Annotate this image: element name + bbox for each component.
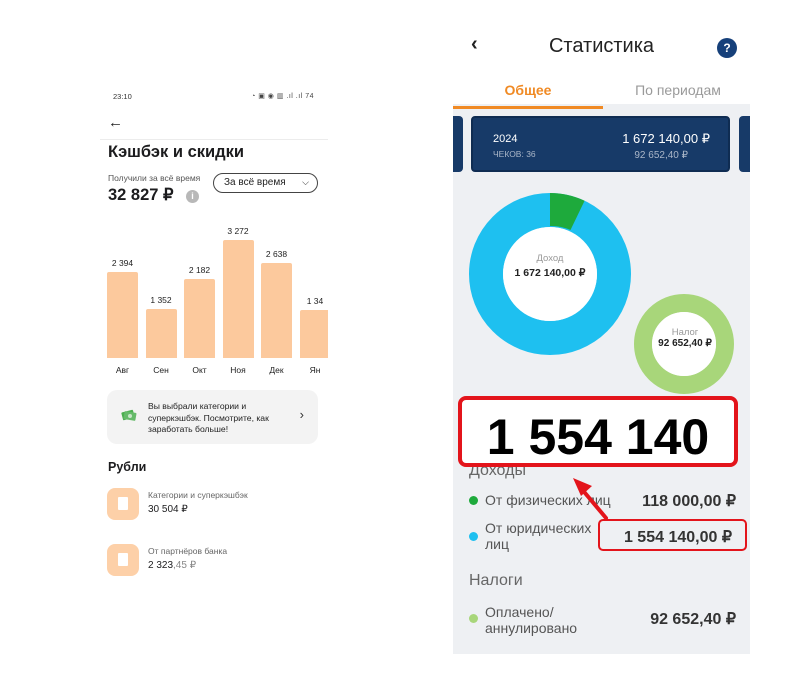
promo-banner[interactable]: Вы выбрали категории и суперкэшбэк. Посм…: [107, 390, 318, 444]
income-donut-label: Доход: [536, 253, 564, 264]
bar-value-label: 2 182: [188, 265, 211, 276]
income-row-value: 118 000,00 ₽: [642, 493, 736, 510]
bar-Дек[interactable]: [261, 262, 292, 358]
section-taxes: Налоги: [469, 572, 523, 589]
highlight-box-legal-income: [598, 519, 747, 551]
status-icons: ◔ ▣ ◉ ▥ .ıl .ıl 74: [251, 93, 314, 100]
legend-dot-individuals: [469, 496, 478, 505]
income-row-label: От физических лиц: [485, 492, 611, 508]
received-label: Получили за всё время: [108, 173, 201, 183]
tax-donut-label: Налог: [671, 327, 699, 338]
back-arrow-icon[interactable]: ←: [108, 114, 123, 131]
promo-text: Вы выбрали категории и суперкэшбэк. Посм…: [148, 401, 269, 434]
bar-value-label: 2 638: [265, 248, 288, 259]
list-item-label: Категории и суперкэшбэк: [148, 490, 248, 500]
tax-row-value: 92 652,40 ₽: [650, 611, 736, 628]
tax-donut-value: 92 652,40 ₽: [658, 338, 712, 349]
bar-Ян[interactable]: [299, 309, 328, 358]
period-select-value: За всё время: [224, 177, 286, 188]
bar-value-label: 1 34: [306, 295, 324, 306]
bar-category-label: Ноя: [230, 365, 246, 375]
legend-dot-legal: [469, 532, 478, 541]
bar-Ноя[interactable]: [222, 240, 254, 358]
page-title: Кэшбэк и скидки: [108, 143, 245, 161]
tax-row-label: Оплачено/ аннулировано: [485, 604, 578, 636]
bar-Окт[interactable]: [184, 279, 215, 358]
bar-category-label: Авг: [115, 365, 130, 375]
left-screen: 23:10 ◔ ▣ ◉ ▥ .ıl .ıl 74 ← Кэшбэк и скид…: [100, 84, 328, 594]
bar-value-label: 3 272: [227, 226, 249, 236]
bar-category-label: Сен: [153, 365, 169, 375]
section-title-rubles: Рубли: [108, 460, 147, 474]
receipt-icon: [107, 544, 139, 576]
bar-category-label: Дек: [269, 365, 284, 375]
legend-dot-tax: [469, 614, 478, 623]
right-screen: ‹ Статистика ? Общее По периодам 2024 ЧЕ…: [453, 24, 750, 654]
chevron-down-icon: ⌵: [302, 177, 309, 187]
period-select[interactable]: За всё время ⌵: [213, 173, 318, 193]
status-time: 23:10: [113, 92, 132, 101]
bar-Сен[interactable]: [145, 309, 177, 358]
bar-category-label: Окт: [192, 365, 207, 375]
cashback-total: 32 827 ₽: [108, 186, 174, 204]
bar-Авг[interactable]: [107, 271, 138, 358]
money-icon: [121, 409, 137, 421]
highlight-box-big-number: 1 554 140: [458, 396, 738, 467]
income-donut-value: 1 672 140,00 ₽: [514, 267, 586, 279]
bar-value-label: 1 352: [150, 295, 172, 306]
cashback-bar-chart: 2 394 Авг 1 352 Сен 2 182 Окт 3 272 Ноя 2 638 Дек…: [100, 214, 328, 375]
income-donut: [469, 193, 631, 355]
income-row-label: От юридических лиц: [485, 520, 592, 552]
list-item-value: 30 504 ₽: [148, 504, 188, 515]
list-item-value: 2 323,45 ₽: [148, 560, 197, 571]
info-icon[interactable]: i: [186, 190, 199, 203]
highlight-big-number: 1 554 140: [486, 409, 710, 465]
bar-category-label: Ян: [309, 365, 321, 375]
header-divider: [100, 139, 328, 140]
chevron-right-icon: ›: [299, 407, 304, 422]
list-item-label: От партнёров банка: [148, 546, 228, 556]
bar-value-label: 2 394: [111, 257, 134, 268]
receipt-icon: [107, 488, 139, 520]
